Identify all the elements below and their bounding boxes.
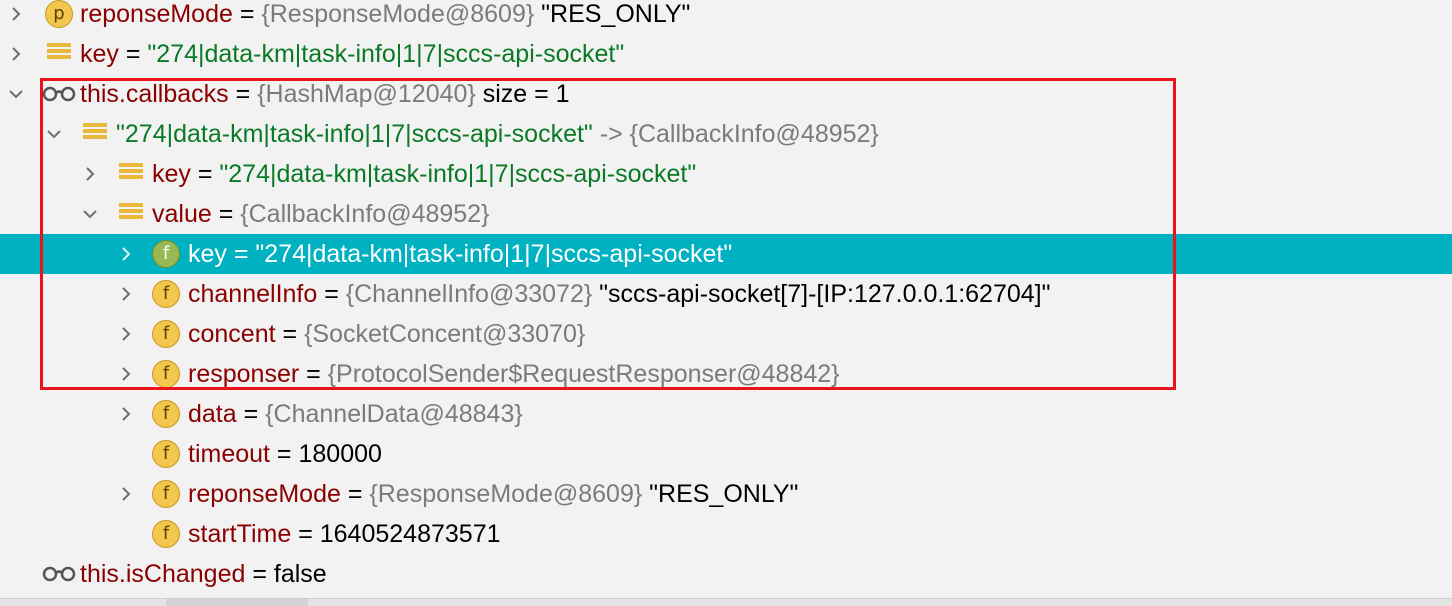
variable-value: "274|data-km|task-info|1|7|sccs-api-sock… bbox=[219, 160, 697, 188]
field-icon: f bbox=[152, 440, 180, 468]
variable-name: value bbox=[152, 200, 212, 228]
tree-row-this-is-changed[interactable]: this.isChanged = false bbox=[0, 554, 1452, 594]
variable-reference: {ResponseMode@8609} bbox=[261, 0, 535, 28]
variable-value: size = 1 bbox=[475, 80, 570, 108]
chevron-down-icon[interactable] bbox=[78, 194, 102, 234]
variable-value: "274|data-km|task-info|1|7|sccs-api-sock… bbox=[255, 240, 733, 268]
chevron-right-icon[interactable] bbox=[114, 274, 138, 314]
tree-row-map-entry[interactable]: "274|data-km|task-info|1|7|sccs-api-sock… bbox=[0, 114, 1452, 154]
watch-glasses-icon bbox=[42, 560, 76, 588]
variable-name: concent bbox=[188, 320, 276, 348]
field-icon: f bbox=[152, 400, 180, 428]
tree-row-field-timeout[interactable]: f timeout = 180000 bbox=[0, 434, 1452, 474]
variable-name: startTime bbox=[188, 520, 292, 548]
tree-row-field-concent[interactable]: f concent = {SocketConcent@33070} bbox=[0, 314, 1452, 354]
array-icon bbox=[83, 123, 107, 145]
chevron-right-icon[interactable] bbox=[114, 394, 138, 434]
variables-tree: p reponseMode = {ResponseMode@8609} "RES… bbox=[0, 0, 1452, 606]
tree-row-key[interactable]: key = "274|data-km|task-info|1|7|sccs-ap… bbox=[0, 34, 1452, 74]
variable-name: responser bbox=[188, 360, 300, 388]
variable-name: this.isChanged bbox=[80, 560, 246, 588]
variable-reference: {ChannelInfo@33072} bbox=[345, 280, 593, 308]
bottom-toolbar bbox=[0, 598, 1452, 606]
array-icon bbox=[119, 163, 143, 185]
tree-row-field-reponse-mode[interactable]: f reponseMode = {ResponseMode@8609} "RES… bbox=[0, 474, 1452, 514]
variable-name: this.callbacks bbox=[80, 80, 229, 108]
entry-key: "274|data-km|task-info|1|7|sccs-api-sock… bbox=[116, 120, 593, 148]
chevron-down-icon[interactable] bbox=[4, 74, 28, 114]
tree-row-reponse-mode[interactable]: p reponseMode = {ResponseMode@8609} "RES… bbox=[0, 0, 1452, 34]
chevron-right-icon[interactable] bbox=[114, 234, 138, 274]
variable-name: key bbox=[152, 160, 191, 188]
chevron-right-icon[interactable] bbox=[114, 354, 138, 394]
field-icon: f bbox=[152, 320, 180, 348]
tree-row-entry-key[interactable]: key = "274|data-km|task-info|1|7|sccs-ap… bbox=[0, 154, 1452, 194]
variable-name: reponseMode bbox=[188, 480, 341, 508]
tree-row-field-data[interactable]: f data = {ChannelData@48843} bbox=[0, 394, 1452, 434]
variable-reference: -> {CallbackInfo@48952} bbox=[592, 120, 879, 148]
variable-value: false bbox=[273, 560, 327, 588]
variable-reference: {ProtocolSender$RequestResponser@48842} bbox=[327, 360, 840, 388]
field-icon: f bbox=[152, 520, 180, 548]
variable-reference: {ResponseMode@8609} bbox=[369, 480, 643, 508]
array-icon bbox=[119, 203, 143, 225]
parameter-icon: p bbox=[45, 0, 73, 28]
variable-name: reponseMode bbox=[80, 0, 233, 28]
variable-value: "sccs-api-socket[7]-[IP:127.0.0.1:62704]… bbox=[592, 280, 1051, 308]
field-icon: f bbox=[152, 480, 180, 508]
variable-reference: {CallbackInfo@48952} bbox=[240, 200, 490, 228]
chevron-right-icon[interactable] bbox=[4, 0, 28, 34]
field-icon: f bbox=[152, 280, 180, 308]
variable-reference: {SocketConcent@33070} bbox=[304, 320, 586, 348]
tree-row-field-key-selected[interactable]: f key = "274|data-km|task-info|1|7|sccs-… bbox=[0, 234, 1452, 274]
array-icon bbox=[47, 43, 71, 65]
tree-row-entry-value[interactable]: value = {CallbackInfo@48952} bbox=[0, 194, 1452, 234]
watch-glasses-icon bbox=[42, 80, 76, 108]
variable-value: "RES_ONLY" bbox=[534, 0, 691, 28]
variable-name: data bbox=[188, 400, 237, 428]
variable-name: timeout bbox=[188, 440, 270, 468]
tree-row-field-start-time[interactable]: f startTime = 1640524873571 bbox=[0, 514, 1452, 554]
tree-row-this-callbacks[interactable]: this.callbacks = {HashMap@12040} size = … bbox=[0, 74, 1452, 114]
chevron-right-icon[interactable] bbox=[78, 154, 102, 194]
chevron-right-icon[interactable] bbox=[4, 34, 28, 74]
variable-value: "274|data-km|task-info|1|7|sccs-api-sock… bbox=[147, 40, 625, 68]
variable-name: channelInfo bbox=[188, 280, 318, 308]
field-icon: f bbox=[152, 360, 180, 388]
variable-name: key bbox=[80, 40, 119, 68]
variable-value: 1640524873571 bbox=[319, 520, 501, 548]
variable-reference: {ChannelData@48843} bbox=[265, 400, 523, 428]
chevron-right-icon[interactable] bbox=[114, 314, 138, 354]
variable-value: 180000 bbox=[298, 440, 382, 468]
tree-row-field-responser[interactable]: f responser = {ProtocolSender$RequestRes… bbox=[0, 354, 1452, 394]
variable-name: key bbox=[188, 240, 227, 268]
chevron-down-icon[interactable] bbox=[42, 114, 66, 154]
bottom-toolbar-active-tab[interactable] bbox=[166, 599, 308, 606]
tree-row-field-channel-info[interactable]: f channelInfo = {ChannelInfo@33072} "scc… bbox=[0, 274, 1452, 314]
chevron-right-icon[interactable] bbox=[114, 474, 138, 514]
variable-reference: {HashMap@12040} bbox=[257, 80, 476, 108]
field-icon: f bbox=[152, 240, 180, 268]
variable-value: "RES_ONLY" bbox=[642, 480, 799, 508]
